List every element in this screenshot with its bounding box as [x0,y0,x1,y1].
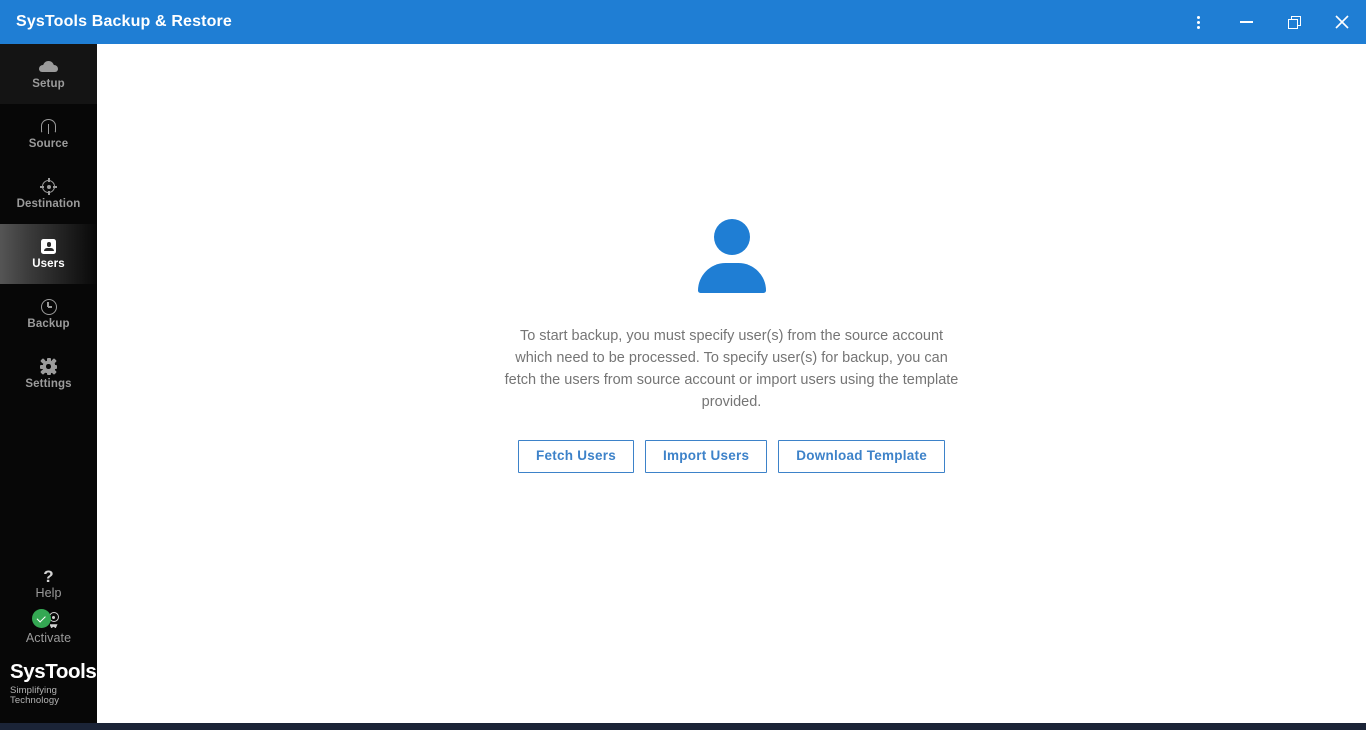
close-button[interactable] [1318,0,1366,44]
more-options-button[interactable] [1174,0,1222,44]
sidebar-item-label: Activate [25,631,72,646]
application-window: SysTools Backup & Restore Setup Source D… [0,0,1366,730]
restore-button[interactable] [1270,0,1318,44]
brand-tagline: Simplifying Technology [10,685,60,706]
sidebar-item-source[interactable]: Source [0,104,97,164]
sidebar-item-label: Settings [25,378,72,391]
destination-icon [40,177,57,196]
question-mark-icon: ? [43,567,54,587]
sidebar-item-destination[interactable]: Destination [0,164,97,224]
brand-logo-text: SysTools [10,660,97,683]
activate-icon-group [31,609,66,630]
application-title: SysTools Backup & Restore [16,13,232,30]
source-icon [41,117,56,136]
empty-state-description: To start backup, you must specify user(s… [504,328,959,410]
brand-logo: SysTools ® Simplifying Technology [0,650,106,719]
action-button-row: Fetch Users Import Users Download Templa… [517,440,946,473]
fetch-users-button[interactable]: Fetch Users [517,440,634,473]
kebab-menu-icon [1196,15,1200,29]
sidebar-item-label: Help [35,586,62,601]
registered-trademark-symbol: ® [99,659,106,669]
title-bar: SysTools Backup & Restore [0,0,1366,44]
user-avatar-illustration [697,219,766,293]
gear-icon [40,357,57,376]
close-icon [1335,15,1349,29]
sidebar-item-label: Destination [16,198,81,211]
window-bottom-strip [0,723,1366,730]
restore-window-icon [1287,15,1301,29]
sidebar-item-label: Users [32,258,65,271]
minimize-button[interactable] [1222,0,1270,44]
clock-icon [40,297,57,316]
window-body: Setup Source Destination Users Backup Se… [0,44,1366,723]
sidebar-primary-items: Setup Source Destination Users Backup Se… [0,44,97,404]
users-icon [41,237,56,256]
check-badge-icon [31,609,51,629]
sidebar-navigation: Setup Source Destination Users Backup Se… [0,44,106,723]
sidebar-item-setup[interactable]: Setup [0,44,97,104]
sidebar-item-label: Backup [27,318,70,331]
import-users-button[interactable]: Import Users [645,440,768,473]
main-content-area: To start backup, you must specify user(s… [97,44,1366,723]
download-template-button[interactable]: Download Template [778,440,946,473]
sidebar-item-settings[interactable]: Settings [0,344,97,404]
sidebar-utility-items: ? Help Activate SysTools ® Simplifying T… [0,562,106,723]
sidebar-item-label: Setup [32,78,65,91]
sidebar-item-label: Source [28,138,69,151]
minimize-icon [1239,21,1253,23]
cloud-icon [39,57,58,76]
sidebar-item-backup[interactable]: Backup [0,284,97,344]
sidebar-item-activate[interactable]: Activate [0,606,97,650]
brand-logo-name: SysTools ® [10,660,106,683]
sidebar-item-users[interactable]: Users [0,224,97,284]
window-controls [1174,0,1366,44]
sidebar-item-help[interactable]: ? Help [0,562,97,606]
